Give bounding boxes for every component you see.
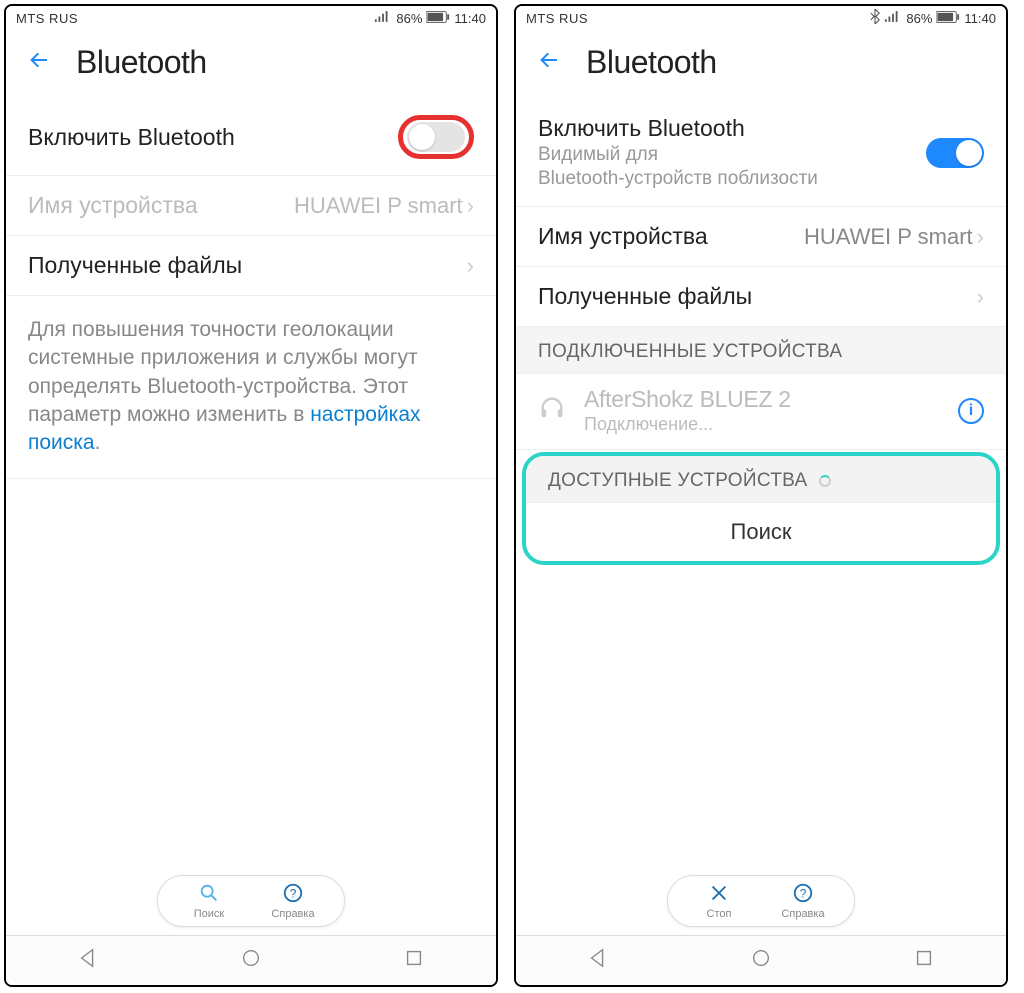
assist-pill: Стоп ? Справка	[667, 875, 855, 927]
nav-home-icon[interactable]	[240, 947, 262, 974]
chevron-right-icon: ›	[977, 224, 984, 250]
carrier-label: MTS RUS	[526, 11, 870, 26]
paired-device-name: AfterShokz BLUEZ 2	[584, 386, 940, 413]
svg-text:?: ?	[290, 887, 297, 901]
help-icon: ?	[792, 882, 814, 908]
row-received-files[interactable]: Полученные файлы ›	[6, 236, 496, 296]
paired-device-row[interactable]: AfterShokz BLUEZ 2 Подключение... i	[516, 374, 1006, 450]
status-bar: MTS RUS 86% 11:40	[6, 6, 496, 30]
close-icon	[708, 882, 730, 908]
back-icon[interactable]	[534, 48, 564, 77]
pill-stop[interactable]: Стоп	[692, 882, 746, 920]
row-device-name[interactable]: Имя устройства HUAWEI P smart ›	[516, 207, 1006, 267]
battery-icon	[426, 11, 450, 26]
android-nav-bar	[516, 935, 1006, 985]
battery-percent: 86%	[396, 11, 422, 26]
pill-search[interactable]: Поиск	[182, 882, 236, 920]
battery-percent: 86%	[906, 11, 932, 26]
carrier-label: MTS RUS	[16, 11, 374, 26]
help-icon: ?	[282, 882, 304, 908]
loading-spinner-icon	[819, 475, 831, 487]
pill-help-label: Справка	[271, 908, 314, 920]
page-header: Bluetooth	[516, 30, 1006, 99]
page-title: Bluetooth	[586, 44, 717, 81]
nav-home-icon[interactable]	[750, 947, 772, 974]
signal-icon	[884, 10, 902, 26]
nav-recent-icon[interactable]	[403, 947, 425, 974]
pill-help[interactable]: ? Справка	[266, 882, 320, 920]
pill-search-label: Поиск	[194, 908, 224, 920]
device-name-label: Имя устройства	[28, 192, 294, 219]
row-enable-bluetooth[interactable]: Включить Bluetooth Видимый для Bluetooth…	[516, 99, 1006, 207]
received-files-label: Полученные файлы	[538, 283, 977, 310]
signal-icon	[374, 10, 392, 26]
bluetooth-toggle[interactable]	[926, 138, 984, 168]
pill-help[interactable]: ? Справка	[776, 882, 830, 920]
chevron-right-icon: ›	[977, 284, 984, 310]
row-received-files[interactable]: Полученные файлы ›	[516, 267, 1006, 327]
paired-devices-header: ПОДКЛЮЧЕННЫЕ УСТРОЙСТВА	[516, 327, 1006, 374]
row-enable-bluetooth[interactable]: Включить Bluetooth	[6, 99, 496, 176]
chevron-right-icon: ›	[467, 193, 474, 219]
device-name-label: Имя устройства	[538, 223, 804, 250]
available-highlight: ДОСТУПНЫЕ УСТРОЙСТВА Поиск	[522, 452, 1000, 565]
headphones-icon	[538, 394, 566, 427]
clock: 11:40	[454, 11, 486, 26]
paired-device-status: Подключение...	[584, 414, 940, 435]
device-name-value: HUAWEI P smart	[294, 193, 463, 219]
nav-back-icon[interactable]	[587, 947, 609, 974]
bluetooth-icon	[870, 9, 880, 27]
bluetooth-toggle[interactable]	[407, 122, 465, 152]
toggle-highlight	[398, 115, 474, 159]
nav-back-icon[interactable]	[77, 947, 99, 974]
info-icon[interactable]: i	[958, 398, 984, 424]
chevron-right-icon: ›	[467, 253, 474, 279]
visible-sub-1: Видимый для	[538, 144, 926, 166]
search-icon	[198, 882, 220, 908]
nav-recent-icon[interactable]	[913, 947, 935, 974]
enable-bt-label: Включить Bluetooth	[28, 124, 398, 151]
back-icon[interactable]	[24, 48, 54, 77]
visible-sub-2: Bluetooth-устройств поблизости	[538, 168, 926, 190]
received-files-label: Полученные файлы	[28, 252, 467, 279]
row-device-name[interactable]: Имя устройства HUAWEI P smart ›	[6, 176, 496, 236]
svg-text:?: ?	[800, 887, 807, 901]
page-header: Bluetooth	[6, 30, 496, 99]
page-title: Bluetooth	[76, 44, 207, 81]
phone-left: MTS RUS 86% 11:40 Bluetooth Включить Blu…	[4, 4, 498, 987]
device-name-value: HUAWEI P smart	[804, 224, 973, 250]
assist-pill: Поиск ? Справка	[157, 875, 345, 927]
clock: 11:40	[964, 11, 996, 26]
available-devices-header: ДОСТУПНЫЕ УСТРОЙСТВА	[526, 456, 996, 503]
android-nav-bar	[6, 935, 496, 985]
enable-bt-label: Включить Bluetooth	[538, 115, 926, 142]
available-header-text: ДОСТУПНЫЕ УСТРОЙСТВА	[548, 470, 807, 491]
phone-right: MTS RUS 86% 11:40 Bluetooth Включить Blu…	[514, 4, 1008, 987]
status-bar: MTS RUS 86% 11:40	[516, 6, 1006, 30]
pill-stop-label: Стоп	[707, 908, 732, 920]
search-button[interactable]: Поиск	[526, 503, 996, 561]
battery-icon	[936, 11, 960, 26]
geolocation-info-text: Для повышения точности геолокации систем…	[6, 296, 496, 479]
pill-help-label: Справка	[781, 908, 824, 920]
